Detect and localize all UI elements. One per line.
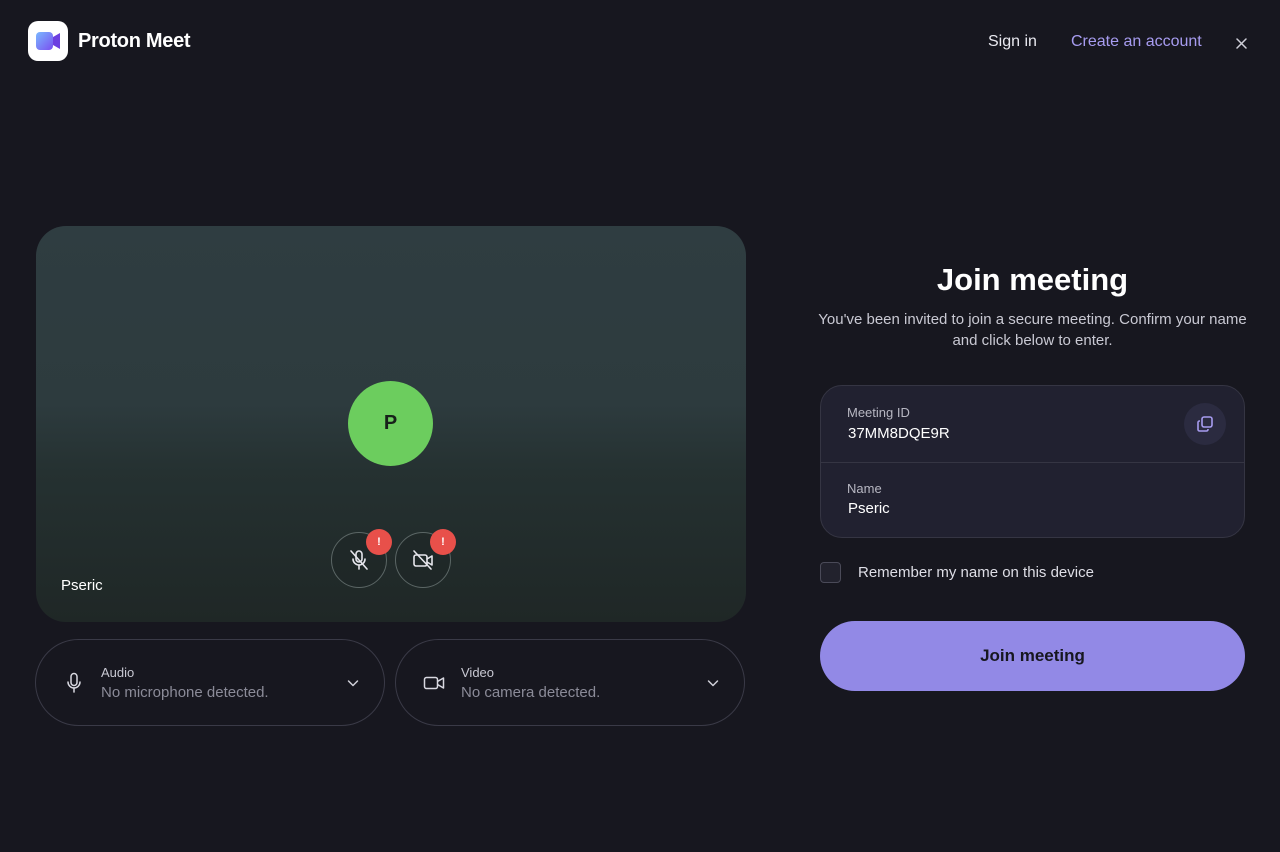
video-device-select[interactable]: Video No camera detected. <box>395 639 745 726</box>
close-button[interactable] <box>1232 34 1250 52</box>
logo[interactable]: Proton Meet <box>28 21 191 61</box>
microphone-warning-badge: ! <box>366 529 392 555</box>
video-value: No camera detected. <box>461 684 601 701</box>
chevron-down-icon <box>707 680 719 687</box>
join-subtitle: You've been invited to join a secure mee… <box>818 311 1247 349</box>
copy-icon <box>1197 416 1213 432</box>
card-divider <box>821 462 1244 463</box>
camera-warning-badge: ! <box>430 529 456 555</box>
brand-name: Proton Meet <box>78 29 191 52</box>
meeting-id-label: Meeting ID <box>847 405 910 420</box>
close-icon <box>1235 37 1247 49</box>
chevron-down-icon <box>347 680 359 687</box>
audio-label: Audio <box>101 665 135 680</box>
remember-name-label[interactable]: Remember my name on this device <box>858 564 1094 581</box>
page: Proton Meet Sign in Create an account P … <box>0 0 1280 852</box>
remember-name-checkbox[interactable] <box>820 562 841 583</box>
avatar: P <box>348 381 433 466</box>
name-label: Name <box>847 481 882 496</box>
participant-name: Pseric <box>61 577 103 594</box>
proton-meet-logo-icon <box>28 21 68 61</box>
meeting-details-card: Meeting ID 37MM8DQE9R Name <box>820 385 1245 538</box>
camera-off-icon <box>413 550 433 570</box>
camera-icon <box>423 676 445 690</box>
meeting-id-value: 37MM8DQE9R <box>848 425 950 442</box>
copy-meeting-id-button[interactable] <box>1184 403 1226 445</box>
toggle-camera-button[interactable]: ! <box>395 529 456 588</box>
page-title: Join meeting <box>936 262 1129 297</box>
microphone-icon <box>67 672 81 693</box>
create-account-link[interactable]: Create an account <box>1071 33 1202 51</box>
join-meeting-button[interactable]: Join meeting <box>820 621 1245 691</box>
microphone-off-icon <box>350 550 368 570</box>
video-label: Video <box>461 665 495 680</box>
name-input[interactable] <box>848 500 1208 517</box>
video-preview: P ! ! Pseric <box>36 226 746 622</box>
audio-device-select[interactable]: Audio No microphone detected. <box>35 639 385 726</box>
sign-in-link[interactable]: Sign in <box>988 33 1037 51</box>
toggle-microphone-button[interactable]: ! <box>331 529 392 588</box>
audio-value: No microphone detected. <box>101 684 269 701</box>
